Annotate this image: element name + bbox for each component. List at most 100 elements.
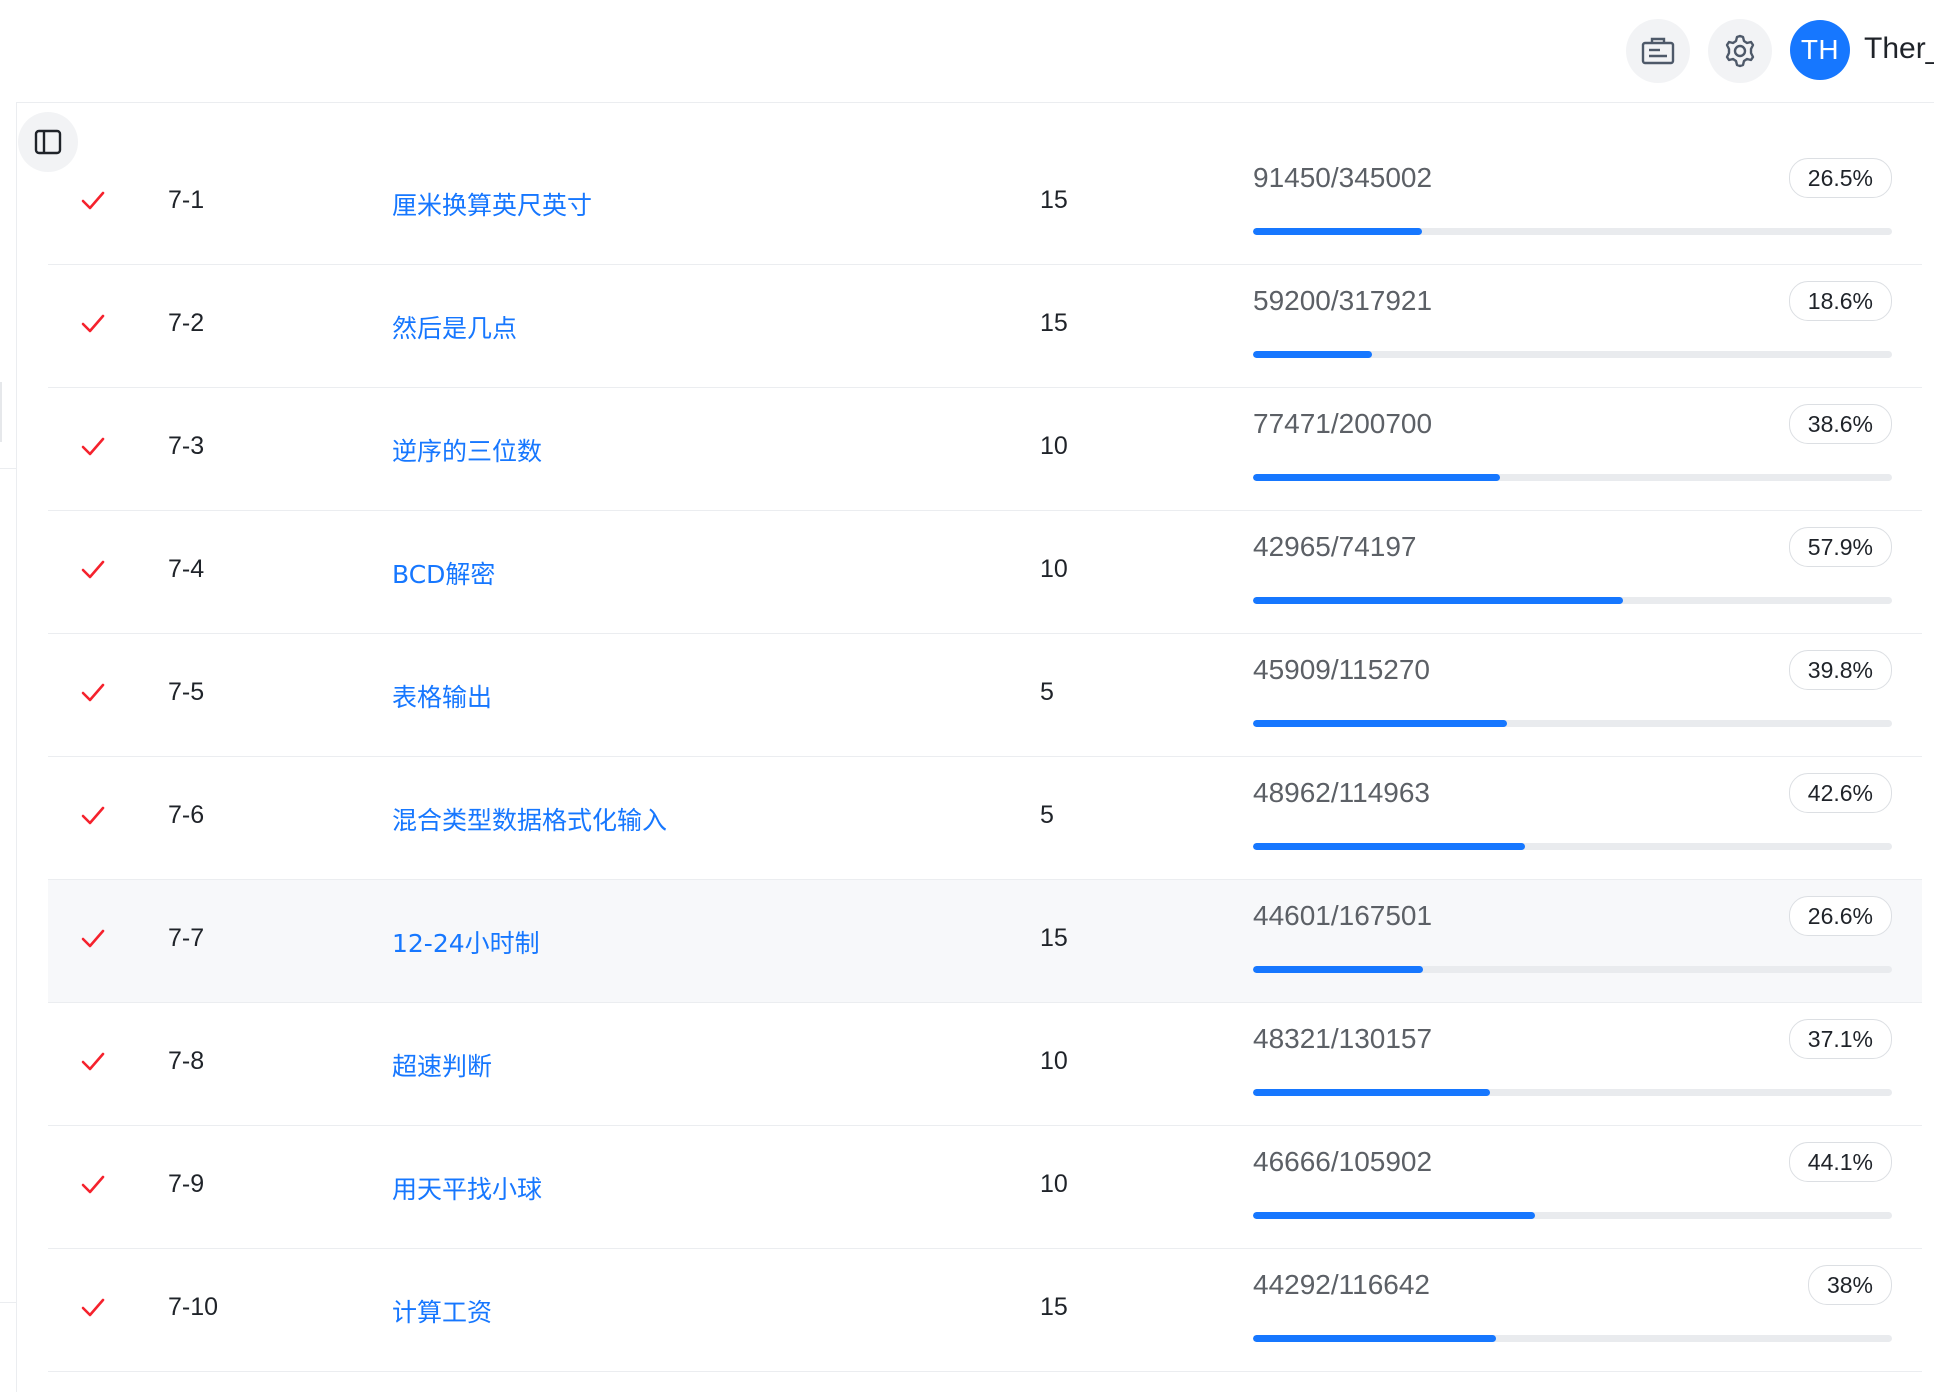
sidebar-edge (0, 102, 17, 1392)
username[interactable]: Ther_ (1864, 32, 1934, 66)
problem-number: 7-3 (168, 432, 205, 460)
settings-button[interactable] (1708, 19, 1772, 83)
problem-score: 10 (1040, 1047, 1068, 1075)
check-icon (81, 560, 105, 579)
check-icon (81, 1052, 105, 1071)
pass-rate-bar-fill (1253, 1335, 1496, 1342)
problem-score: 15 (1040, 186, 1068, 214)
sidebar-divider (0, 468, 16, 469)
sidebar-divider (0, 1302, 16, 1303)
table-row[interactable]: 7-8 超速判断 10 48321/130157 37.1% (48, 1003, 1922, 1126)
pass-rate-badge: 37.1% (1788, 1019, 1892, 1059)
pass-rate-badge: 26.5% (1788, 158, 1892, 198)
sidebar-toggle-icon (34, 129, 62, 155)
pass-rate-badge: 42.6% (1788, 773, 1892, 813)
check-icon (81, 437, 105, 456)
pass-rate-badge: 18.6% (1788, 281, 1892, 321)
pass-rate-bar (1253, 966, 1892, 973)
pass-rate-bar-fill (1253, 228, 1423, 235)
pass-ratio: 44292/116642 (1253, 1269, 1430, 1300)
check-icon (81, 1298, 105, 1317)
pass-rate-badge: 38.6% (1788, 404, 1892, 444)
problem-title-link[interactable]: 然后是几点 (392, 309, 517, 345)
table-row[interactable]: 7-7 12-24小时制 15 44601/167501 26.6% (48, 880, 1922, 1003)
pass-ratio: 46666/105902 (1253, 1146, 1433, 1177)
problem-score: 10 (1040, 555, 1068, 583)
problem-title-link[interactable]: 计算工资 (392, 1293, 492, 1329)
sidebar-toggle-button[interactable] (18, 112, 78, 172)
pass-rate-bar-fill (1253, 1089, 1491, 1096)
pass-rate-bar-fill (1253, 597, 1623, 604)
table-row[interactable]: 7-2 然后是几点 15 59200/317921 18.6% (48, 265, 1922, 388)
sidebar-active-marker (0, 382, 2, 442)
problem-title-link[interactable]: 超速判断 (392, 1047, 492, 1083)
problem-title-link[interactable]: 混合类型数据格式化输入 (392, 801, 667, 837)
pass-rate-bar-fill (1253, 966, 1423, 973)
pass-rate-badge: 57.9% (1788, 527, 1892, 567)
ticket-icon (1641, 37, 1675, 65)
problem-score: 15 (1040, 309, 1068, 337)
problem-score: 5 (1040, 678, 1054, 706)
pass-rate-bar-fill (1253, 474, 1500, 481)
pass-rate-bar (1253, 597, 1892, 604)
problem-score: 15 (1040, 924, 1068, 952)
problem-list-page: TH Ther_ 7-1 厘米换算英尺英寸 15 91450/345002 26… (0, 0, 1934, 1392)
problem-title-link[interactable]: BCD解密 (392, 555, 495, 591)
problem-title-link[interactable]: 用天平找小球 (392, 1170, 542, 1206)
table-row[interactable]: 7-4 BCD解密 10 42965/74197 57.9% (48, 511, 1922, 634)
problem-number: 7-1 (168, 186, 205, 214)
check-icon (81, 806, 105, 825)
pass-ratio: 44601/167501 (1253, 900, 1433, 931)
pass-rate-badge: 39.8% (1788, 650, 1892, 690)
pass-rate-bar (1253, 1212, 1892, 1219)
check-icon (81, 314, 105, 333)
pass-rate-bar (1253, 1335, 1892, 1342)
pass-rate-bar (1253, 228, 1892, 235)
table-row[interactable]: 7-9 用天平找小球 10 46666/105902 44.1% (48, 1126, 1922, 1249)
avatar[interactable]: TH (1790, 20, 1850, 80)
problem-title-link[interactable]: 表格输出 (392, 678, 492, 714)
problem-title-link[interactable]: 逆序的三位数 (392, 432, 542, 468)
table-row[interactable]: 7-6 混合类型数据格式化输入 5 48962/114963 42.6% (48, 757, 1922, 880)
pass-rate-badge: 38% (1807, 1265, 1892, 1305)
check-icon (81, 683, 105, 702)
pass-rate-bar (1253, 474, 1892, 481)
problem-number: 7-6 (168, 801, 205, 829)
problem-title-link[interactable]: 厘米换算英尺英寸 (392, 186, 592, 222)
pass-rate-bar-fill (1253, 843, 1526, 850)
ticket-button[interactable] (1626, 19, 1690, 83)
table-row[interactable]: 7-1 厘米换算英尺英寸 15 91450/345002 26.5% (48, 142, 1922, 265)
pass-rate-bar (1253, 720, 1892, 727)
problem-number: 7-8 (168, 1047, 205, 1075)
pass-rate-bar-fill (1253, 1212, 1535, 1219)
pass-ratio: 42965/74197 (1253, 531, 1417, 562)
pass-ratio: 91450/345002 (1253, 162, 1433, 193)
gear-icon (1725, 34, 1755, 68)
pass-ratio: 48962/114963 (1253, 777, 1430, 808)
pass-rate-bar (1253, 1089, 1892, 1096)
problem-table: 7-1 厘米换算英尺英寸 15 91450/345002 26.5% 7-2 然… (48, 142, 1922, 1372)
pass-ratio: 59200/317921 (1253, 285, 1433, 316)
problem-number: 7-7 (168, 924, 205, 952)
pass-ratio: 45909/115270 (1253, 654, 1430, 685)
pass-rate-badge: 44.1% (1788, 1142, 1892, 1182)
pass-rate-bar (1253, 351, 1892, 358)
problem-title-link[interactable]: 12-24小时制 (392, 924, 540, 960)
problem-score: 10 (1040, 1170, 1068, 1198)
pass-rate-badge: 26.6% (1788, 896, 1892, 936)
pass-rate-bar (1253, 843, 1892, 850)
table-row[interactable]: 7-3 逆序的三位数 10 77471/200700 38.6% (48, 388, 1922, 511)
problem-score: 5 (1040, 801, 1054, 829)
problem-score: 15 (1040, 1293, 1068, 1321)
problem-number: 7-9 (168, 1170, 205, 1198)
pass-rate-bar-fill (1253, 720, 1508, 727)
problem-score: 10 (1040, 432, 1068, 460)
check-icon (81, 929, 105, 948)
check-icon (81, 191, 105, 210)
problem-number: 7-4 (168, 555, 205, 583)
problem-number: 7-2 (168, 309, 205, 337)
pass-rate-bar-fill (1253, 351, 1372, 358)
pass-ratio: 77471/200700 (1253, 408, 1433, 439)
table-row[interactable]: 7-5 表格输出 5 45909/115270 39.8% (48, 634, 1922, 757)
table-row[interactable]: 7-10 计算工资 15 44292/116642 38% (48, 1249, 1922, 1372)
